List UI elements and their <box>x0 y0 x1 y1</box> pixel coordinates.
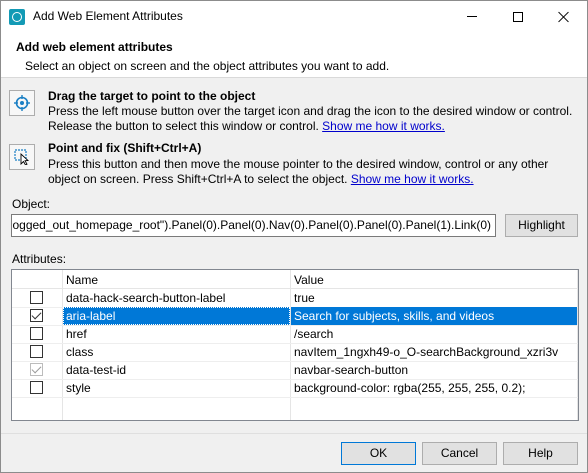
point-option-description: Press this button and then move the mous… <box>48 157 578 187</box>
attribute-name: data-test-id <box>66 363 127 377</box>
window-title: Add Web Element Attributes <box>33 9 183 23</box>
ok-button[interactable]: OK <box>341 442 416 465</box>
point-option-title: Point and fix (Shift+Ctrl+A) <box>48 141 202 155</box>
object-path-field[interactable]: i).Panel("logged_out_homepage_root").Pan… <box>11 214 496 237</box>
drag-show-me-link[interactable]: Show me how it works. <box>322 119 445 133</box>
attribute-name: style <box>66 381 91 395</box>
attribute-name: aria-label <box>63 307 290 325</box>
cancel-button[interactable]: Cancel <box>422 442 497 465</box>
dialog-header: Add web element attributes Select an obj… <box>1 32 587 78</box>
table-row[interactable]: data-hack-search-button-label true <box>12 289 578 308</box>
app-icon <box>9 9 25 25</box>
attribute-checkbox[interactable] <box>30 309 43 322</box>
minimize-button[interactable] <box>449 1 495 32</box>
attribute-value: navbar-search-button <box>294 363 409 377</box>
point-and-fix-button[interactable] <box>9 144 35 170</box>
attribute-value: navItem_1ngxh49-o_O-searchBackground_xzr… <box>294 345 559 359</box>
header-subtitle: Select an object on screen and the objec… <box>25 59 390 73</box>
attribute-checkbox[interactable] <box>30 327 43 340</box>
help-button[interactable]: Help <box>503 442 578 465</box>
header-title: Add web element attributes <box>16 40 173 54</box>
table-row[interactable]: aria-label Search for subjects, skills, a… <box>12 307 578 326</box>
object-label: Object: <box>12 197 51 211</box>
table-row[interactable]: data-test-id navbar-search-button <box>12 361 578 380</box>
drag-option-title: Drag the target to point to the object <box>48 89 256 103</box>
attribute-name: href <box>66 327 87 341</box>
attribute-checkbox[interactable] <box>30 345 43 358</box>
maximize-icon <box>513 11 523 22</box>
attribute-value: background-color: rgba(255, 255, 255, 0.… <box>294 381 526 395</box>
title-bar[interactable]: Add Web Element Attributes <box>1 1 587 32</box>
column-header-value[interactable]: Value <box>294 273 324 287</box>
drag-target-button[interactable] <box>9 90 35 116</box>
attributes-label: Attributes: <box>12 252 67 266</box>
row-divider <box>12 397 578 398</box>
maximize-button[interactable] <box>495 1 541 32</box>
target-icon <box>14 95 30 111</box>
close-button[interactable] <box>541 1 587 32</box>
drag-option-description: Press the left mouse button over the tar… <box>48 104 578 134</box>
column-header-name[interactable]: Name <box>66 273 98 287</box>
table-row[interactable]: href/search <box>12 325 578 344</box>
dialog-footer <box>1 433 587 472</box>
attributes-table[interactable]: Name Value data-hack-search-button-label… <box>11 269 579 421</box>
table-row[interactable]: class navItem_1ngxh49-o_O-searchBackgroun… <box>12 343 578 362</box>
table-row[interactable]: style background-color: rgba(255, 255, 25… <box>12 379 578 398</box>
add-web-element-attributes-dialog: Add Web Element Attributes Add web eleme… <box>0 0 588 473</box>
pointer-icon <box>14 149 30 165</box>
attribute-checkbox <box>30 363 43 376</box>
highlight-button[interactable]: Highlight <box>505 214 578 237</box>
attribute-checkbox[interactable] <box>30 291 43 304</box>
minimize-icon <box>467 16 477 17</box>
close-icon <box>558 11 570 23</box>
attribute-value: Search for subjects, skills, and videos <box>291 307 577 325</box>
object-path-value: i).Panel("logged_out_homepage_root").Pan… <box>11 218 491 232</box>
attribute-checkbox[interactable] <box>30 381 43 394</box>
attribute-name: class <box>66 345 94 359</box>
attribute-name: data-hack-search-button-label <box>66 291 226 305</box>
attribute-value: /search <box>294 327 334 341</box>
drag-option-text: Press the left mouse button over the tar… <box>48 104 573 133</box>
point-show-me-link[interactable]: Show me how it works. <box>351 172 474 186</box>
attribute-value: true <box>294 291 315 305</box>
table-header: Name Value <box>12 270 578 289</box>
